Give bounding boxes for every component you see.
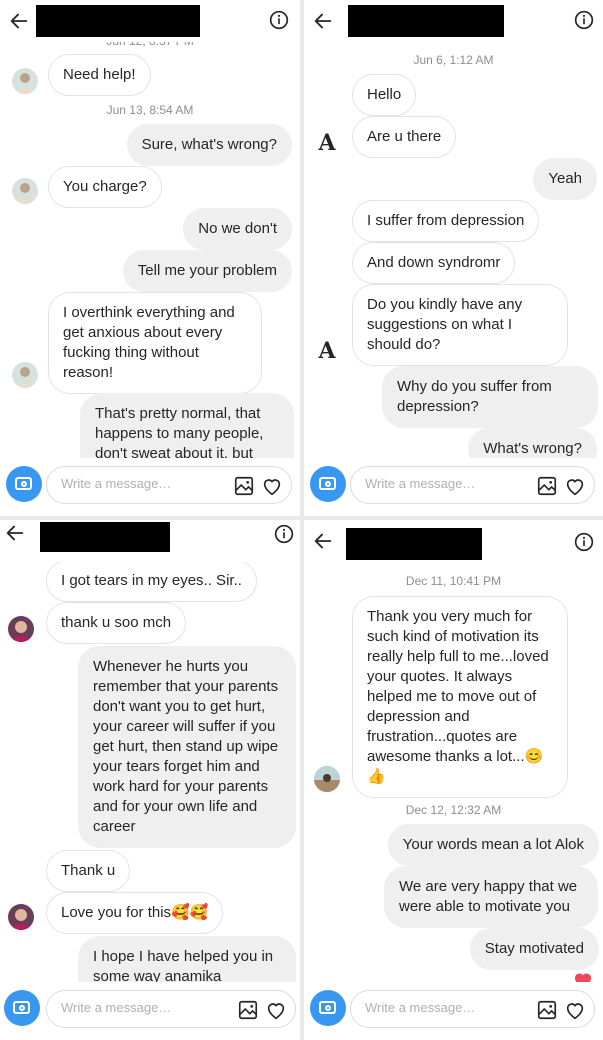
message-list: Jun 6, 1:12 AM Hello A Are u there Yeah … [304,0,603,458]
avatar[interactable]: A [314,338,340,364]
message-list: Jun 12, 8:37 PM Need help! Jun 13, 8:54 … [0,0,300,458]
gallery-icon[interactable] [536,475,558,497]
timestamp: Jun 13, 8:54 AM [106,103,194,117]
message-bubble[interactable]: Sure, what's wrong? [126,124,292,166]
avatar[interactable] [314,766,340,792]
message-bubble[interactable]: We are very happy that we were able to m… [384,866,598,928]
avatar[interactable] [12,178,38,204]
redacted-username [346,528,482,560]
chat-header [0,520,300,562]
message-bubble[interactable]: Hello [352,74,417,116]
camera-button[interactable] [310,990,346,1026]
timestamp: Dec 11, 10:41 PM [405,574,502,588]
message-bubble[interactable]: Thank you very much for such kind of mot… [352,596,568,798]
message-bubble[interactable]: Stay motivated [469,928,599,970]
back-arrow-icon[interactable] [312,10,334,32]
avatar[interactable] [12,68,38,94]
message-bubble[interactable]: I hope I have helped you in some way ana… [78,936,296,982]
avatar[interactable] [8,904,34,930]
info-icon[interactable] [574,10,594,30]
back-arrow-icon[interactable] [312,530,334,552]
timestamp: Dec 12, 12:32 AM [405,803,502,817]
heart-icon[interactable] [265,999,287,1021]
message-bubble[interactable]: I suffer from depression [352,200,540,242]
camera-lens [325,1005,331,1011]
message-bubble[interactable]: Do you kindly have any suggestions on wh… [352,284,568,366]
message-composer [0,982,300,1040]
gallery-icon[interactable] [237,999,259,1021]
message-bubble[interactable]: That's pretty normal, that happens to ma… [80,393,294,458]
message-bubble[interactable]: Need help! [48,54,151,96]
message-bubble[interactable]: I got tears in my eyes.. Sir.. [46,560,257,602]
redacted-username [40,522,170,552]
chat-panel-4: Dec 11, 10:41 PM Thank you very much for… [304,520,603,1040]
info-icon[interactable] [274,524,294,544]
info-icon[interactable] [574,532,594,552]
message-bubble[interactable]: Are u there [352,116,457,158]
back-arrow-icon[interactable] [8,10,30,32]
heart-icon[interactable] [564,999,586,1021]
info-icon[interactable] [269,10,289,30]
message-bubble[interactable]: Thank u [46,850,131,892]
message-bubble[interactable]: No we don't [183,208,292,250]
heart-reaction-icon [575,973,591,982]
camera-button[interactable] [4,990,40,1026]
chat-header [0,0,300,42]
message-bubble[interactable]: And down syndromr [352,242,516,284]
chat-panel-3: I got tears in my eyes.. Sir.. thank u s… [0,520,300,1040]
message-input[interactable] [59,475,213,492]
message-bubble[interactable]: thank u soo mch [46,602,187,644]
message-composer [304,458,603,516]
message-bubble[interactable]: Your words mean a lot Alok [387,824,599,866]
timestamp: Jun 6, 1:12 AM [413,53,494,67]
message-bubble[interactable]: Yeah [533,158,597,200]
camera-button[interactable] [6,466,42,502]
message-bubble[interactable]: Whenever he hurts you remember that your… [78,646,296,848]
gallery-icon[interactable] [233,475,255,497]
camera-lens [21,481,27,487]
message-bubble[interactable]: You charge? [48,166,162,208]
avatar[interactable] [12,362,38,388]
message-list: Dec 11, 10:41 PM Thank you very much for… [304,520,603,982]
message-input-box [46,990,296,1028]
message-composer [304,982,603,1040]
message-input-box [350,990,595,1028]
chat-header [304,520,603,562]
redacted-username [36,5,200,37]
message-input[interactable] [59,999,213,1016]
camera-lens [19,1005,25,1011]
message-input-box [350,466,595,504]
message-list: I got tears in my eyes.. Sir.. thank u s… [0,520,300,982]
chat-header [304,0,603,42]
message-bubble[interactable]: What's wrong? [468,428,597,458]
message-input-box [46,466,292,504]
avatar[interactable]: A [314,130,340,156]
message-bubble[interactable]: Why do you suffer from depression? [382,366,598,428]
back-arrow-icon[interactable] [4,522,26,544]
gallery-icon[interactable] [536,999,558,1021]
message-bubble[interactable]: Tell me your problem [122,250,292,292]
message-bubble[interactable]: Love you for this🥰🥰 [46,892,224,934]
message-input[interactable] [363,475,517,492]
chat-panel-2: Jun 6, 1:12 AM Hello A Are u there Yeah … [304,0,603,516]
camera-lens [325,481,331,487]
chat-panel-1: Jun 12, 8:37 PM Need help! Jun 13, 8:54 … [0,0,300,516]
heart-icon[interactable] [564,475,586,497]
redacted-username [348,5,504,37]
heart-icon[interactable] [261,475,283,497]
camera-button[interactable] [310,466,346,502]
message-input[interactable] [363,999,517,1016]
avatar[interactable] [8,616,34,642]
message-composer [0,458,300,516]
message-bubble[interactable]: I overthink everything and get anxious a… [48,292,262,394]
